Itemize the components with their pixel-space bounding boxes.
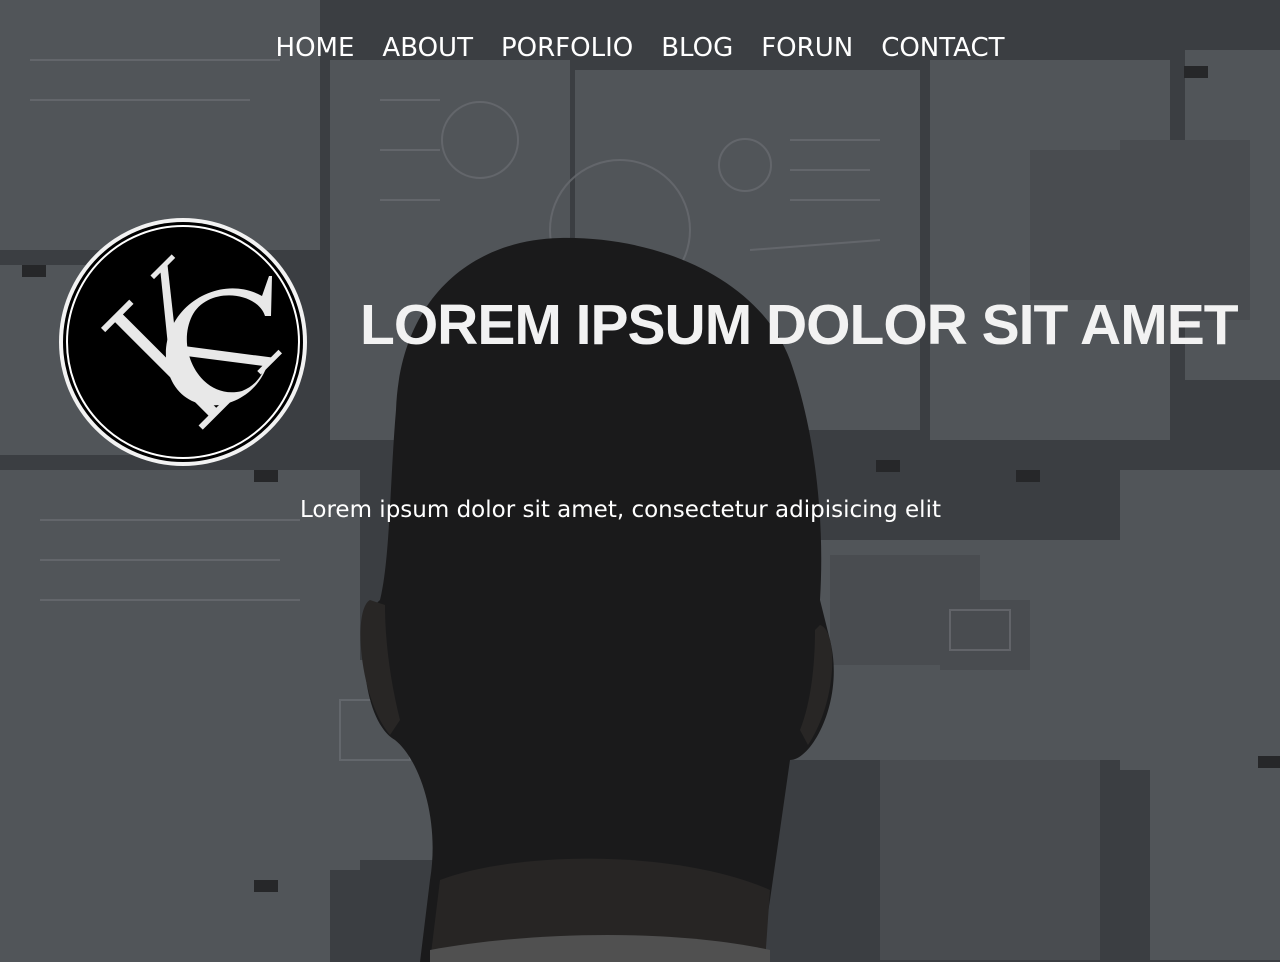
nav-item-forum[interactable]: FORUN bbox=[761, 30, 853, 66]
kc-logo-icon bbox=[59, 218, 307, 466]
nav-item-home[interactable]: HOME bbox=[276, 30, 355, 66]
hero-dark-overlay bbox=[0, 0, 1280, 962]
kc-monogram-logo[interactable] bbox=[57, 216, 309, 468]
hero-title: LOREM IPSUM DOLOR SIT AMET bbox=[360, 293, 1239, 357]
nav-item-contact[interactable]: CONTACT bbox=[881, 30, 1004, 66]
nav-item-blog[interactable]: BLOG bbox=[661, 30, 733, 66]
nav-item-about[interactable]: ABOUT bbox=[382, 30, 473, 66]
hero-subtitle: Lorem ipsum dolor sit amet, consectetur … bbox=[300, 497, 941, 523]
nav-item-portfolio[interactable]: PORFOLIO bbox=[501, 30, 633, 66]
main-navigation: HOME ABOUT PORFOLIO BLOG FORUN CONTACT bbox=[0, 30, 1280, 66]
